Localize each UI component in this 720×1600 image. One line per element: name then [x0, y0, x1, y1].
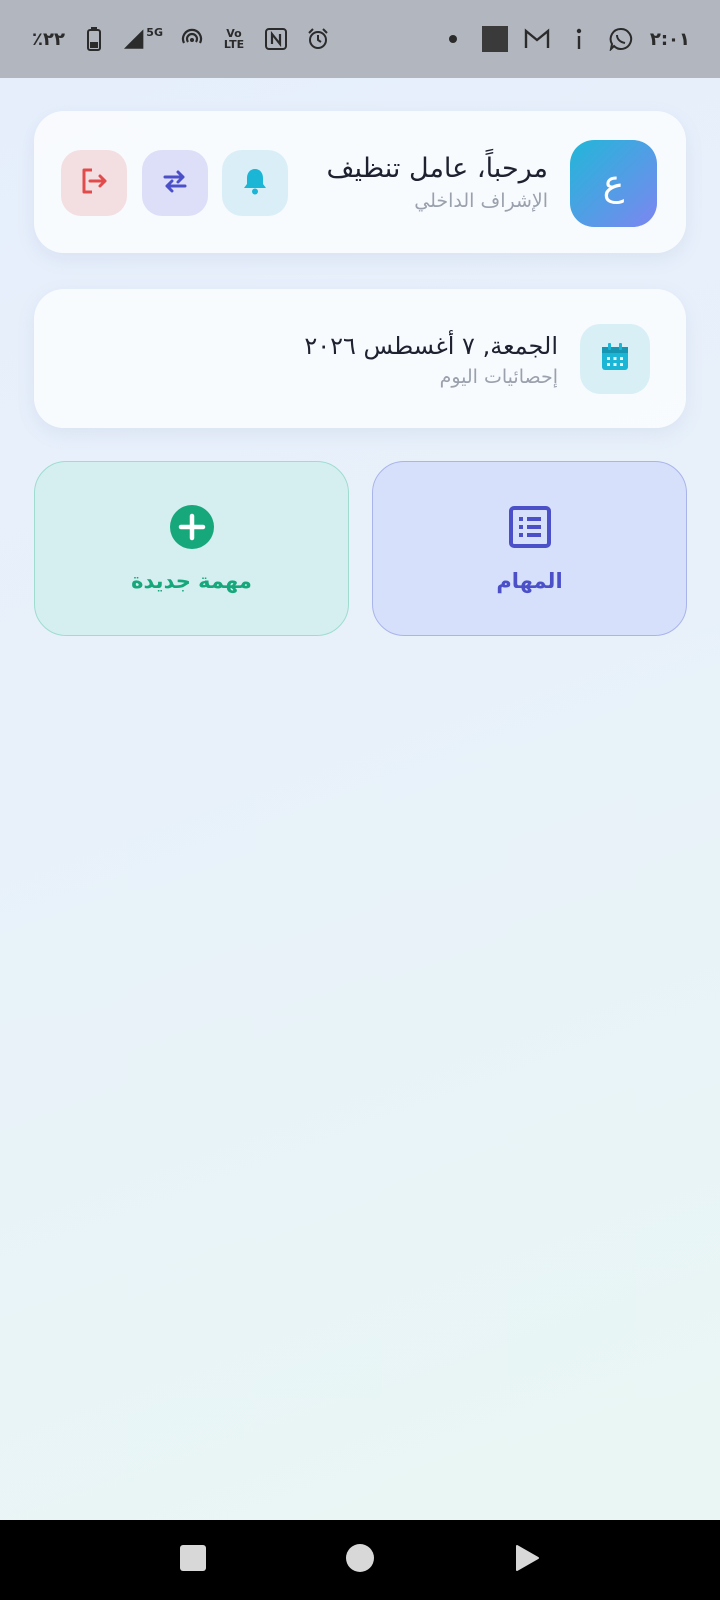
status-bar: ٪٢٢ 5G Vo LTE ٢:٠١	[0, 0, 720, 78]
gmail-icon	[524, 26, 550, 52]
stats-subtitle: إحصائيات اليوم	[439, 366, 558, 388]
triangle-icon	[514, 1544, 540, 1576]
plus-circle-icon	[169, 504, 214, 553]
square-icon	[180, 1545, 207, 1575]
nfc-icon	[263, 26, 289, 52]
notifications-button[interactable]	[222, 150, 288, 216]
info-app-icon	[566, 26, 592, 52]
battery-percent: ٪٢٢	[32, 28, 65, 50]
status-left-group: ٪٢٢ 5G Vo LTE	[32, 26, 331, 52]
role-subtitle: الإشراف الداخلي	[414, 190, 548, 212]
greeting-block: مرحباً، عامل تنظيف الإشراف الداخلي	[327, 151, 548, 215]
system-nav-bar	[0, 1520, 720, 1600]
clock: ٢:٠١	[649, 28, 690, 50]
tasks-tile[interactable]: المهام	[372, 461, 687, 636]
alarm-icon	[305, 26, 331, 52]
date-card: الجمعة, ٧ أغسطس ٢٠٢٦ إحصائيات اليوم	[34, 289, 686, 428]
new-task-label: مهمة جديدة	[131, 568, 252, 593]
home-button[interactable]	[340, 1540, 380, 1580]
list-icon	[508, 505, 552, 553]
dot-icon	[440, 26, 466, 52]
avatar[interactable]: ع	[570, 140, 657, 227]
bell-icon	[242, 167, 268, 199]
hotspot-icon	[179, 26, 205, 52]
current-date: الجمعة, ٧ أغسطس ٢٠٢٦	[304, 332, 558, 360]
app-square-icon	[481, 26, 508, 52]
new-task-tile[interactable]: مهمة جديدة	[34, 461, 349, 636]
logout-icon	[80, 168, 108, 198]
logout-button[interactable]	[61, 150, 127, 216]
volte-icon: Vo LTE	[223, 27, 245, 51]
circle-icon	[345, 1544, 374, 1576]
date-block: الجمعة, ٧ أغسطس ٢٠٢٦ إحصائيات اليوم	[304, 329, 558, 391]
battery-icon	[81, 26, 107, 52]
greeting-title: مرحباً، عامل تنظيف	[326, 153, 548, 184]
back-button[interactable]	[507, 1540, 547, 1580]
recents-button[interactable]	[173, 1540, 213, 1580]
header-card: ع مرحباً، عامل تنظيف الإشراف الداخلي	[34, 111, 686, 253]
status-right-group: ٢:٠١	[440, 26, 690, 52]
swap-icon	[161, 169, 189, 197]
switch-button[interactable]	[142, 150, 208, 216]
network-type: 5G	[146, 25, 163, 39]
tasks-label: المهام	[496, 568, 563, 593]
calendar-badge	[580, 324, 650, 394]
whatsapp-icon	[608, 26, 634, 52]
calendar-icon	[600, 342, 630, 376]
signal-icon: 5G	[123, 26, 163, 52]
